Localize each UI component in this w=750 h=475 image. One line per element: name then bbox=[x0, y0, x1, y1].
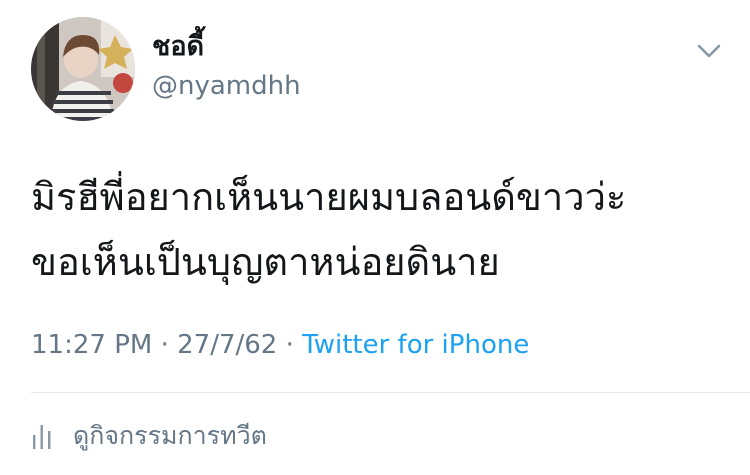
user-handle[interactable]: @nyamdhh bbox=[152, 70, 301, 102]
tweet-text: มิรฮีพี่อยากเห็นนายผมบลอนด์ขาวว่ะ ขอเห็น… bbox=[31, 165, 721, 295]
divider bbox=[31, 392, 750, 393]
meta-separator: · bbox=[277, 330, 303, 360]
avatar-photo bbox=[31, 17, 135, 121]
tweet-source-link[interactable]: Twitter for iPhone bbox=[302, 330, 529, 360]
tweet-detail: ชอดี้ @nyamdhh มิรฮีพี่อยากเห็นนายผมบลอน… bbox=[0, 0, 750, 475]
tweet-text-line: มิรฮีพี่อยากเห็นนายผมบลอนด์ขาวว่ะ bbox=[31, 175, 627, 219]
chevron-down-icon[interactable] bbox=[694, 38, 724, 64]
meta-separator: · bbox=[152, 330, 178, 360]
tweet-meta: 11:27 PM · 27/7/62 · Twitter for iPhone bbox=[31, 328, 529, 362]
view-tweet-activity-button[interactable]: ดูกิจกรรมการทวีต bbox=[31, 418, 267, 454]
tweet-date: 27/7/62 bbox=[177, 330, 278, 360]
display-name[interactable]: ชอดี้ bbox=[152, 30, 204, 64]
tweet-text-line: ขอเห็นเป็นบุญตาหน่อยดินาย bbox=[31, 240, 500, 284]
bar-chart-icon bbox=[31, 422, 53, 450]
view-tweet-activity-label: ดูกิจกรรมการทวีต bbox=[73, 421, 267, 450]
avatar[interactable] bbox=[31, 17, 135, 121]
tweet-time: 11:27 PM bbox=[31, 330, 153, 360]
